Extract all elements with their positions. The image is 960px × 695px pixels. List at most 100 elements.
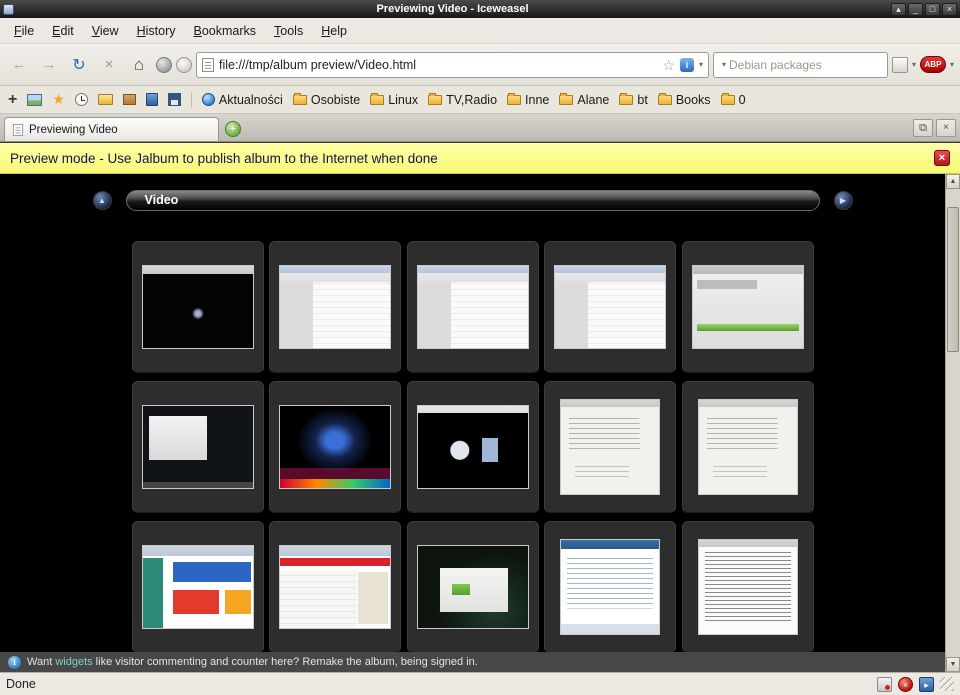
notification-close-button[interactable]: × <box>934 150 950 166</box>
bookmark-item-osobiste[interactable]: Osobiste <box>293 93 360 107</box>
video-thumbnail-6[interactable] <box>132 381 264 513</box>
video-thumbnail-10[interactable] <box>682 381 814 513</box>
bookmark-item-books[interactable]: Books <box>658 93 711 107</box>
folder-icon <box>428 95 442 105</box>
video-thumbnail-7[interactable] <box>269 381 401 513</box>
menu-history[interactable]: History <box>129 21 184 41</box>
bookmark-item-aktualnosci[interactable]: Aktualności <box>202 93 283 107</box>
vertical-scrollbar[interactable]: ▲ ▼ <box>945 174 960 672</box>
shade-button[interactable]: ▴ <box>891 3 906 16</box>
album-next-button[interactable]: ▶ <box>834 191 853 210</box>
search-input[interactable] <box>729 58 884 72</box>
home-button[interactable]: ⌂ <box>126 52 152 78</box>
feed-icon[interactable]: i <box>680 58 694 72</box>
menu-tools[interactable]: Tools <box>266 21 311 41</box>
notification-bar: Preview mode - Use Jalbum to publish alb… <box>0 142 960 174</box>
resize-grip[interactable] <box>940 677 954 691</box>
bookmark-star-icon[interactable]: ☆ <box>662 58 675 72</box>
close-button[interactable]: × <box>942 3 957 16</box>
scrollbar-thumb[interactable] <box>947 207 959 352</box>
widgets-link[interactable]: widgets <box>55 656 92 668</box>
navigation-toolbar: ← → ↻ × ⌂ ☆ i ▾ ▾ ▾ ABP ▾ <box>0 44 960 86</box>
thumbnail-image <box>279 545 391 629</box>
forward-button[interactable]: → <box>36 52 62 78</box>
maximize-button[interactable]: □ <box>925 3 940 16</box>
extension-dropdown-icon[interactable]: ▾ <box>912 60 916 69</box>
url-input[interactable] <box>219 58 657 72</box>
new-bookmark-icon[interactable]: + <box>8 91 17 109</box>
folder-icon <box>619 95 633 105</box>
tab-previewing-video[interactable]: Previewing Video <box>4 117 219 141</box>
menu-bookmarks[interactable]: Bookmarks <box>186 21 265 41</box>
video-thumbnail-13[interactable] <box>407 521 539 653</box>
adblock-dropdown-icon[interactable]: ▾ <box>950 60 954 69</box>
url-dropdown-icon[interactable]: ▾ <box>699 60 703 69</box>
album-page: ▲ Video ▶ i Want widgets like visitor co… <box>0 174 945 672</box>
folder-open-icon[interactable] <box>98 94 113 105</box>
video-thumbnail-2[interactable] <box>269 241 401 373</box>
window-menu-icon[interactable] <box>3 4 14 15</box>
back-button[interactable]: ← <box>6 52 32 78</box>
adblock-plus-button[interactable]: ABP <box>920 56 946 73</box>
scroll-down-button[interactable]: ▼ <box>946 657 960 672</box>
thumbnail-image <box>417 405 529 489</box>
album-up-button[interactable]: ▲ <box>93 191 112 210</box>
scrollbar-track[interactable] <box>946 189 960 657</box>
reload-button[interactable]: ↻ <box>66 52 92 78</box>
tab-bar: Previewing Video + × <box>0 114 960 142</box>
new-tab-button[interactable]: + <box>225 121 241 137</box>
star-icon[interactable]: ★ <box>52 91 65 108</box>
bookmark-item-linux[interactable]: Linux <box>370 93 418 107</box>
video-thumbnail-1[interactable] <box>132 241 264 373</box>
image-icon[interactable] <box>27 94 42 106</box>
url-bar[interactable]: ☆ i ▾ <box>196 52 709 78</box>
tab-favicon <box>13 124 23 136</box>
mail-status-icon[interactable] <box>877 677 892 692</box>
thumbnail-image <box>142 265 254 349</box>
history-clock-icon[interactable] <box>75 93 88 106</box>
menu-file[interactable]: File <box>6 21 42 41</box>
bookmark-item-tvradio[interactable]: TV,Radio <box>428 93 497 107</box>
menu-view[interactable]: View <box>84 21 127 41</box>
video-thumbnail-15[interactable] <box>682 521 814 653</box>
extension-toolbar-icon[interactable] <box>176 57 192 73</box>
video-thumbnail-11[interactable] <box>132 521 264 653</box>
thumbnail-image <box>279 405 391 489</box>
menu-help[interactable]: Help <box>313 21 355 41</box>
extension-button-icon[interactable] <box>892 57 908 73</box>
save-icon[interactable] <box>168 93 181 106</box>
stop-button[interactable]: × <box>96 52 122 78</box>
menu-edit[interactable]: Edit <box>44 21 82 41</box>
search-bar[interactable]: ▾ <box>713 52 888 78</box>
bookmark-item-inne[interactable]: Inne <box>507 93 549 107</box>
video-thumbnail-12[interactable] <box>269 521 401 653</box>
globe-toolbar-icon[interactable] <box>156 57 172 73</box>
video-thumbnail-3[interactable] <box>407 241 539 373</box>
minimize-button[interactable]: _ <box>908 3 923 16</box>
close-tab-button[interactable]: × <box>936 119 956 137</box>
plugin-status-icon[interactable]: ▸ <box>919 677 934 692</box>
bookmark-item-alane[interactable]: Alane <box>559 93 609 107</box>
thumbnail-image <box>560 399 660 495</box>
bookmark-item-0[interactable]: 0 <box>721 93 746 107</box>
package-icon[interactable] <box>123 94 136 105</box>
video-thumbnail-5[interactable] <box>682 241 814 373</box>
list-all-tabs-button[interactable] <box>913 119 933 137</box>
thumbnail-image <box>554 265 666 349</box>
bookmarks-book-icon[interactable] <box>146 93 158 106</box>
thumbnail-image <box>560 539 660 635</box>
search-engine-dropdown-icon[interactable]: ▾ <box>722 60 726 69</box>
info-icon: i <box>8 656 21 669</box>
thumbnail-image <box>417 265 529 349</box>
menu-bar: File Edit View History Bookmarks Tools H… <box>0 18 960 44</box>
video-thumbnail-9[interactable] <box>544 381 676 513</box>
scroll-up-button[interactable]: ▲ <box>946 174 960 189</box>
tab-label: Previewing Video <box>29 124 118 136</box>
video-thumbnail-4[interactable] <box>544 241 676 373</box>
bookmark-item-bt[interactable]: bt <box>619 93 647 107</box>
stop-icon: × <box>105 56 114 73</box>
adblock-status-icon[interactable]: × <box>898 677 913 692</box>
video-thumbnail-8[interactable] <box>407 381 539 513</box>
site-identity-icon[interactable] <box>202 58 214 72</box>
video-thumbnail-14[interactable] <box>544 521 676 653</box>
